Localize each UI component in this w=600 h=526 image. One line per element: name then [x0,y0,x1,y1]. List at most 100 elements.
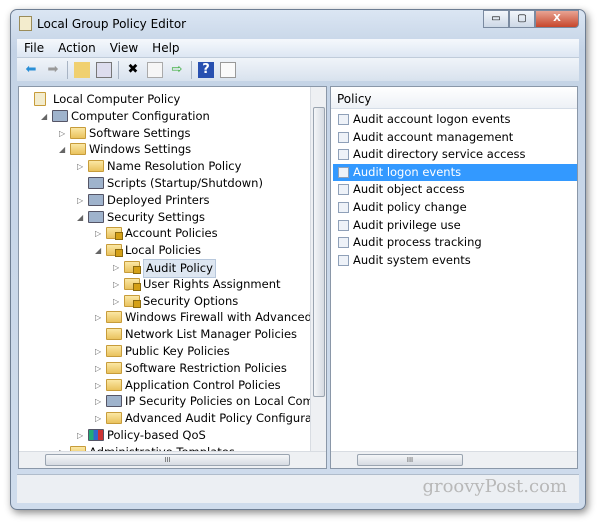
horizontal-scrollbar[interactable]: III [331,451,577,468]
policy-setting-icon [338,184,349,196]
tree-item[interactable]: ▷ Security Options [19,293,319,310]
policy-list-item[interactable]: Audit account logon events [333,111,577,128]
policy-list-item-label: Audit policy change [353,200,467,214]
policy-list-item[interactable]: Audit directory service access [333,146,577,163]
tree-item-label: Audit Policy [143,259,216,278]
expand-arrow-icon[interactable]: ▷ [95,360,103,377]
delete-icon[interactable]: ✖ [125,62,141,78]
folder-icon [70,126,86,139]
details-pane: Policy III Audit account logon events Aud… [330,86,578,469]
tree-item[interactable]: ▷ Audit Policy [19,259,319,278]
expand-arrow-icon[interactable]: ▷ [95,377,103,394]
menu-help[interactable]: Help [145,39,186,57]
scroll-thumb[interactable]: III [45,454,290,466]
menu-action[interactable]: Action [51,39,103,57]
tree-item[interactable]: Network List Manager Policies [19,326,319,343]
tree-item[interactable]: ▷ Software Restriction Policies [19,360,319,377]
folder-icon [88,160,104,173]
policy-list-item[interactable]: Audit policy change [333,199,577,216]
expand-arrow-icon[interactable]: ▷ [113,293,121,310]
tree-item[interactable]: ▷ Software Settings [19,125,319,142]
folder-icon [106,378,122,391]
tree-item[interactable]: ▷ Deployed Printers [19,192,319,209]
properties-icon[interactable] [147,61,163,78]
menu-view[interactable]: View [103,39,145,57]
expand-arrow-icon[interactable]: ▷ [59,125,67,142]
tree-item-label: Windows Firewall with Advanced Securit [125,310,326,325]
tree-item[interactable]: Local Computer Policy [19,91,319,108]
tree-item-label: Application Control Policies [125,377,281,392]
tree-item-label: Policy-based QoS [107,428,206,442]
help-icon[interactable]: ? [198,61,214,78]
tree-item[interactable]: Scripts (Startup/Shutdown) [19,175,319,192]
tree-item-label: Software Settings [89,125,191,140]
column-header-policy[interactable]: Policy [331,87,577,109]
tree-item-label: Public Key Policies [125,344,230,358]
window-title: Local Group Policy Editor [37,17,187,31]
computer-icon [52,109,68,122]
tree-item[interactable]: ◢ Local Policies [19,242,319,259]
expand-arrow-icon[interactable]: ▷ [77,158,85,175]
tree-item-label: Software Restriction Policies [125,360,287,375]
policy-list-item[interactable]: Audit privilege use [333,217,577,234]
collapse-arrow-icon[interactable]: ◢ [59,141,67,158]
tree-item[interactable]: ▷ Advanced Audit Policy Configuration [19,410,326,427]
maximize-button[interactable]: ▢ [509,10,535,28]
expand-arrow-icon[interactable]: ▷ [95,225,103,242]
policy-list-item-label: Audit object access [353,182,465,197]
policy-list-item[interactable]: Audit logon events [333,163,577,181]
close-button[interactable]: X [535,10,579,28]
expand-arrow-icon[interactable]: ▷ [95,410,103,427]
tree-item[interactable]: ▷ Account Policies [19,225,319,242]
policy-list-item[interactable]: Audit object access [333,181,577,198]
ipsec-icon [106,395,122,408]
show-action-pane-icon[interactable] [220,61,236,78]
back-icon[interactable]: ⬅ [23,62,39,78]
expand-arrow-icon[interactable]: ▷ [77,192,85,209]
separator [118,60,119,79]
show-hide-tree-icon[interactable] [96,61,112,78]
tree-item[interactable]: ▷ Policy-based QoS [19,427,319,444]
export-list-icon[interactable]: ⇨ [169,62,185,78]
app-icon [19,16,32,31]
scroll-thumb[interactable] [313,107,325,397]
tree-item[interactable]: ▷ Windows Firewall with Advanced Securit [19,309,326,326]
policy-list-item[interactable]: Audit account management [333,129,577,146]
tree-item[interactable]: ▷ Name Resolution Policy [19,158,319,175]
scroll-thumb[interactable]: III [357,454,463,466]
policy-list-item[interactable]: Audit process tracking [333,234,577,251]
separator [67,60,68,79]
policy-list-item[interactable]: Audit system events [333,252,577,269]
policy-list-item-label: Audit account management [353,129,514,144]
tree-item[interactable]: ◢ Windows Settings [19,141,319,158]
expand-arrow-icon[interactable]: ▷ [95,343,103,360]
tree-item[interactable]: ◢ Computer Configuration [19,108,319,125]
policy-list-item-label: Audit directory service access [353,147,526,162]
security-icon [88,210,104,223]
watermark: groovyPost.com [422,476,567,497]
policy-setting-icon [338,114,349,125]
expand-arrow-icon[interactable]: ▷ [95,393,103,410]
expand-arrow-icon[interactable]: ▷ [113,259,121,276]
menu-file[interactable]: File [17,39,51,57]
tree-item[interactable]: ▷ IP Security Policies on Local Computer [19,393,326,410]
collapse-arrow-icon[interactable]: ◢ [41,108,49,125]
horizontal-scrollbar[interactable]: III [19,451,326,468]
up-folder-icon[interactable] [74,61,90,78]
policy-list-item-label: Audit process tracking [353,235,482,250]
vertical-scrollbar[interactable] [310,87,326,453]
collapse-arrow-icon[interactable]: ◢ [95,242,103,259]
expand-arrow-icon[interactable]: ▷ [113,276,121,293]
expand-arrow-icon[interactable]: ▷ [95,309,103,326]
policy-setting-icon [338,131,349,143]
tree-item[interactable]: ▷ User Rights Assignment [19,276,319,293]
tree-item[interactable]: ▷ Application Control Policies [19,377,319,394]
tree-pane: ▷User Configuration▷Administrative Templ… [18,86,327,469]
tree-item[interactable]: ▷ Public Key Policies [19,343,319,360]
tree-item[interactable]: ◢ Security Settings [19,209,319,226]
policy-setting-icon [338,149,349,161]
minimize-button[interactable]: ▭ [483,10,509,28]
forward-icon[interactable]: ➡ [45,62,61,78]
collapse-arrow-icon[interactable]: ◢ [77,209,85,226]
expand-arrow-icon[interactable]: ▷ [77,427,85,444]
